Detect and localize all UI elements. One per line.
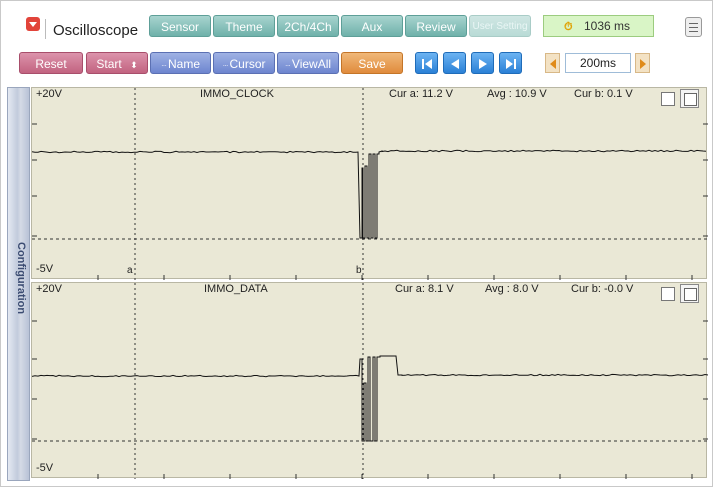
timebase-decrease-button[interactable] bbox=[545, 53, 560, 73]
vmax-label: +20V bbox=[36, 88, 62, 100]
start-button[interactable]: Start ⬍ bbox=[86, 52, 148, 74]
last-frame-icon bbox=[505, 58, 517, 70]
first-frame-icon bbox=[421, 58, 433, 70]
arrow-right-icon bbox=[639, 59, 647, 69]
cur-b-readout: Cur b: -0.0 V bbox=[571, 283, 633, 295]
name-button[interactable]: ··· Name bbox=[150, 52, 211, 74]
app-title: Oscilloscope bbox=[53, 22, 138, 40]
timebase-value[interactable]: 200ms bbox=[565, 53, 631, 73]
vmax-label: +20V bbox=[36, 283, 62, 295]
play-icon bbox=[477, 58, 489, 70]
stopwatch-icon: ⏱ bbox=[564, 20, 578, 34]
timer-display: ⏱ 1036 ms bbox=[543, 15, 654, 37]
name-label: Name bbox=[168, 57, 200, 71]
cursor-b-label: b bbox=[356, 265, 362, 276]
avg-readout: Avg : 10.9 V bbox=[487, 88, 547, 100]
vmin-label: -5V bbox=[36, 462, 53, 474]
channel-expand-button[interactable] bbox=[680, 89, 699, 108]
play-button[interactable] bbox=[471, 52, 494, 74]
title-divider bbox=[45, 19, 46, 39]
dots-icon: ··· bbox=[285, 61, 290, 70]
waveform-line bbox=[32, 356, 708, 441]
cursor-button[interactable]: ··· Cursor bbox=[213, 52, 275, 74]
configuration-panel-toggle[interactable]: Configuration bbox=[7, 87, 30, 481]
cur-a-readout: Cur a: 11.2 V bbox=[389, 88, 453, 100]
last-frame-button[interactable] bbox=[499, 52, 522, 74]
channel-plot-1[interactable]: +20V IMMO_CLOCK Cur a: 11.2 V Avg : 10.9… bbox=[31, 87, 707, 279]
channel-name: IMMO_DATA bbox=[204, 283, 268, 295]
waveform-2 bbox=[32, 283, 708, 479]
start-label: Start bbox=[96, 57, 121, 71]
app-menu-icon[interactable] bbox=[26, 17, 40, 31]
cur-a-readout: Cur a: 8.1 V bbox=[395, 283, 454, 295]
dots-icon: ··· bbox=[222, 61, 227, 70]
timebase-control: 200ms bbox=[543, 53, 651, 73]
tab-aux[interactable]: Aux bbox=[341, 15, 403, 37]
tab-2ch-4ch[interactable]: 2Ch/4Ch bbox=[277, 15, 339, 37]
timebase-increase-button[interactable] bbox=[635, 53, 650, 73]
first-frame-button[interactable] bbox=[415, 52, 438, 74]
channel-visible-checkbox[interactable] bbox=[661, 287, 675, 301]
prev-button[interactable] bbox=[443, 52, 466, 74]
save-button[interactable]: Save bbox=[341, 52, 403, 74]
tab-review[interactable]: Review bbox=[405, 15, 467, 37]
channel-name: IMMO_CLOCK bbox=[200, 88, 274, 100]
viewall-label: ViewAll bbox=[292, 57, 331, 71]
channel-plot-2[interactable]: +20V IMMO_DATA Cur a: 8.1 V Avg : 8.0 V … bbox=[31, 282, 707, 478]
channel-visible-checkbox[interactable] bbox=[661, 92, 675, 106]
channel-expand-button[interactable] bbox=[680, 284, 699, 303]
waveform-line bbox=[32, 150, 706, 238]
cursor-a-label: a bbox=[127, 265, 133, 276]
arrow-left-icon bbox=[549, 59, 557, 69]
configuration-label: Configuration bbox=[11, 242, 27, 314]
tab-user-setting: User Setting bbox=[469, 15, 531, 37]
cur-b-readout: Cur b: 0.1 V bbox=[574, 88, 633, 100]
vmin-label: -5V bbox=[36, 263, 53, 275]
dots-icon: ··· bbox=[161, 61, 166, 70]
timer-value: 1036 ms bbox=[584, 19, 630, 33]
tab-theme[interactable]: Theme bbox=[213, 15, 275, 37]
tab-sensor[interactable]: Sensor bbox=[149, 15, 211, 37]
viewall-button[interactable]: ··· ViewAll bbox=[277, 52, 339, 74]
cursor-label: Cursor bbox=[229, 57, 265, 71]
waveform-1 bbox=[32, 88, 708, 280]
avg-readout: Avg : 8.0 V bbox=[485, 283, 539, 295]
updown-icon: ⬍ bbox=[130, 60, 138, 70]
prev-icon bbox=[449, 58, 461, 70]
oscilloscope-window: Oscilloscope Sensor Theme 2Ch/4Ch Aux Re… bbox=[0, 0, 713, 487]
menu-button[interactable] bbox=[685, 17, 702, 37]
reset-button[interactable]: Reset bbox=[19, 52, 83, 74]
